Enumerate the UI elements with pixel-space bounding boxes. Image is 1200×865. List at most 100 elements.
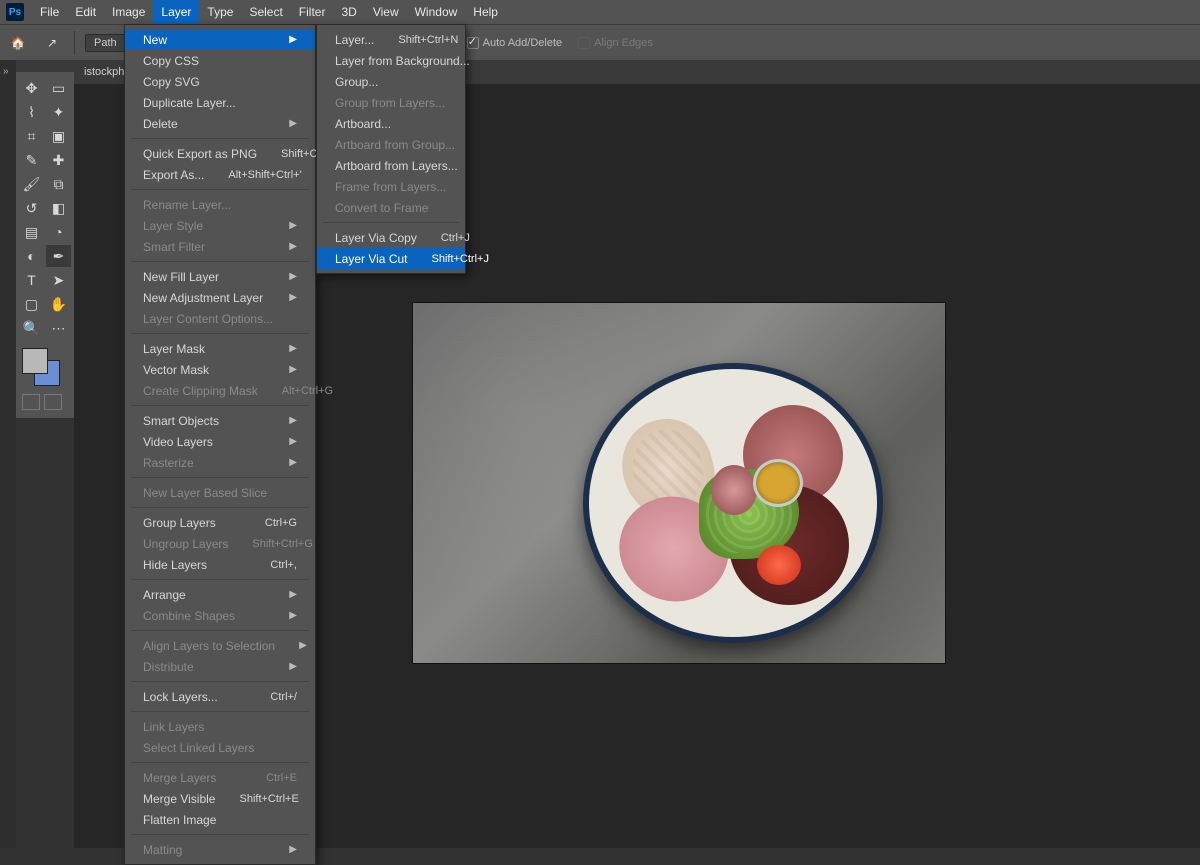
dodge-tool[interactable]: ◐	[19, 245, 44, 267]
menu-item-label: Link Layers	[143, 720, 204, 734]
menu-item-label: Artboard...	[335, 117, 391, 131]
menu-item-layer-content-options: Layer Content Options...	[125, 308, 315, 329]
pen-tool[interactable]: ✒	[46, 245, 71, 267]
align-edges-checkbox[interactable]	[578, 37, 590, 49]
menu-image[interactable]: Image	[104, 0, 153, 24]
separator	[131, 405, 309, 406]
menu-file[interactable]: File	[32, 0, 67, 24]
lasso-tool[interactable]: ⌇	[19, 101, 44, 123]
menu-item-lock-layers[interactable]: Lock Layers...Ctrl+/	[125, 686, 315, 707]
menu-select[interactable]: Select	[241, 0, 290, 24]
menu-item-label: Distribute	[143, 660, 194, 674]
path-select-tool[interactable]: ➤	[46, 269, 71, 291]
menu-item-artboard-from-layers[interactable]: Artboard from Layers...	[317, 155, 465, 176]
menu-item-copy-svg[interactable]: Copy SVG	[125, 71, 315, 92]
menu-help[interactable]: Help	[465, 0, 506, 24]
brush-tool[interactable]: 🖌	[19, 173, 44, 195]
rectangle-tool[interactable]: ▢	[19, 293, 44, 315]
shortcut-label: Ctrl+J	[441, 232, 470, 244]
menu-item-group[interactable]: Group...	[317, 71, 465, 92]
separator	[131, 138, 309, 139]
quick-select-tool[interactable]: ✦	[46, 101, 71, 123]
quickmask-mode-icon[interactable]	[44, 394, 62, 410]
menu-item-smart-filter: Smart Filter▶	[125, 236, 315, 257]
separator	[131, 579, 309, 580]
menu-item-new-adjustment-layer[interactable]: New Adjustment Layer▶	[125, 287, 315, 308]
share-icon[interactable]: ↗	[40, 31, 64, 55]
separator	[131, 333, 309, 334]
menu-3d[interactable]: 3D	[333, 0, 364, 24]
menu-item-label: Frame from Layers...	[335, 180, 446, 194]
history-brush-tool[interactable]: ↺	[19, 197, 44, 219]
marquee-tool[interactable]: ▭	[46, 77, 71, 99]
submenu-arrow-icon: ▶	[289, 118, 297, 129]
eraser-tool[interactable]: ◧	[46, 197, 71, 219]
menu-item-delete[interactable]: Delete▶	[125, 113, 315, 134]
menu-item-new-fill-layer[interactable]: New Fill Layer▶	[125, 266, 315, 287]
menu-item-export-as[interactable]: Export As...Alt+Shift+Ctrl+'	[125, 164, 315, 185]
menu-item-group-layers[interactable]: Group LayersCtrl+G	[125, 512, 315, 533]
eyedropper-tool[interactable]: ✎	[19, 149, 44, 171]
type-tool[interactable]: T	[19, 269, 44, 291]
shortcut-label: Shift+Ctrl+N	[398, 34, 458, 46]
path-mode-button[interactable]: Path	[85, 34, 126, 52]
menu-edit[interactable]: Edit	[67, 0, 104, 24]
menu-view[interactable]: View	[365, 0, 407, 24]
menu-item-layer-via-cut[interactable]: Layer Via CutShift+Ctrl+J	[317, 248, 465, 269]
menu-item-matting: Matting▶	[125, 839, 315, 860]
menu-item-merge-visible[interactable]: Merge VisibleShift+Ctrl+E	[125, 788, 315, 809]
spot-heal-tool[interactable]: ✚	[46, 149, 71, 171]
auto-add-delete-checkbox[interactable]	[467, 37, 479, 49]
menu-item-label: Layer Mask	[143, 342, 205, 356]
menu-item-new-layer-based-slice: New Layer Based Slice	[125, 482, 315, 503]
menu-item-video-layers[interactable]: Video Layers▶	[125, 431, 315, 452]
menu-item-artboard[interactable]: Artboard...	[317, 113, 465, 134]
menu-item-hide-layers[interactable]: Hide LayersCtrl+,	[125, 554, 315, 575]
menu-filter[interactable]: Filter	[291, 0, 334, 24]
menu-item-layer-mask[interactable]: Layer Mask▶	[125, 338, 315, 359]
expand-icon[interactable]: »	[3, 66, 13, 77]
frame-tool[interactable]: ▣	[46, 125, 71, 147]
zoom-tool[interactable]: 🔍	[19, 317, 44, 339]
image-mustard-bowl	[753, 459, 803, 507]
crop-tool[interactable]: ⌗	[19, 125, 44, 147]
menu-item-layer-via-copy[interactable]: Layer Via CopyCtrl+J	[317, 227, 465, 248]
menu-item-flatten-image[interactable]: Flatten Image	[125, 809, 315, 830]
menu-item-layer-from-background[interactable]: Layer from Background...	[317, 50, 465, 71]
menu-item-merge-layers: Merge LayersCtrl+E	[125, 767, 315, 788]
submenu-arrow-icon: ▶	[289, 364, 297, 375]
menu-item-smart-objects[interactable]: Smart Objects▶	[125, 410, 315, 431]
submenu-arrow-icon: ▶	[289, 34, 297, 45]
image-tomato	[757, 545, 801, 585]
shortcut-label: Shift+Ctrl+J	[432, 253, 489, 265]
hand-tool[interactable]: ✋	[46, 293, 71, 315]
shortcut-label: Ctrl+G	[265, 517, 297, 529]
menu-item-vector-mask[interactable]: Vector Mask▶	[125, 359, 315, 380]
document-image[interactable]	[412, 302, 946, 664]
menu-item-label: Smart Filter	[143, 240, 205, 254]
blur-tool[interactable]: ◔	[46, 221, 71, 243]
menu-item-label: Video Layers	[143, 435, 213, 449]
edit-toolbar[interactable]: ⋯	[46, 317, 71, 339]
standard-mode-icon[interactable]	[22, 394, 40, 410]
menu-item-label: Hide Layers	[143, 558, 207, 572]
new-submenu: Layer...Shift+Ctrl+NLayer from Backgroun…	[316, 24, 466, 274]
menu-item-copy-css[interactable]: Copy CSS	[125, 50, 315, 71]
submenu-arrow-icon: ▶	[289, 292, 297, 303]
foreground-color-swatch[interactable]	[22, 348, 48, 374]
menu-layer[interactable]: Layer	[153, 0, 199, 24]
menu-item-new[interactable]: New▶	[125, 29, 315, 50]
menu-item-arrange[interactable]: Arrange▶	[125, 584, 315, 605]
menu-item-label: Layer Via Cut	[335, 252, 408, 266]
gradient-tool[interactable]: ▤	[19, 221, 44, 243]
menu-window[interactable]: Window	[407, 0, 466, 24]
submenu-arrow-icon: ▶	[289, 589, 297, 600]
home-icon[interactable]: 🏠	[6, 31, 30, 55]
clone-stamp-tool[interactable]: ⧉	[46, 173, 71, 195]
align-edges-label: Align Edges	[594, 37, 653, 49]
menu-type[interactable]: Type	[199, 0, 241, 24]
menu-item-duplicate-layer[interactable]: Duplicate Layer...	[125, 92, 315, 113]
menu-item-quick-export-as-png[interactable]: Quick Export as PNGShift+Ctrl+'	[125, 143, 315, 164]
menu-item-layer[interactable]: Layer...Shift+Ctrl+N	[317, 29, 465, 50]
move-tool[interactable]: ✥	[19, 77, 44, 99]
